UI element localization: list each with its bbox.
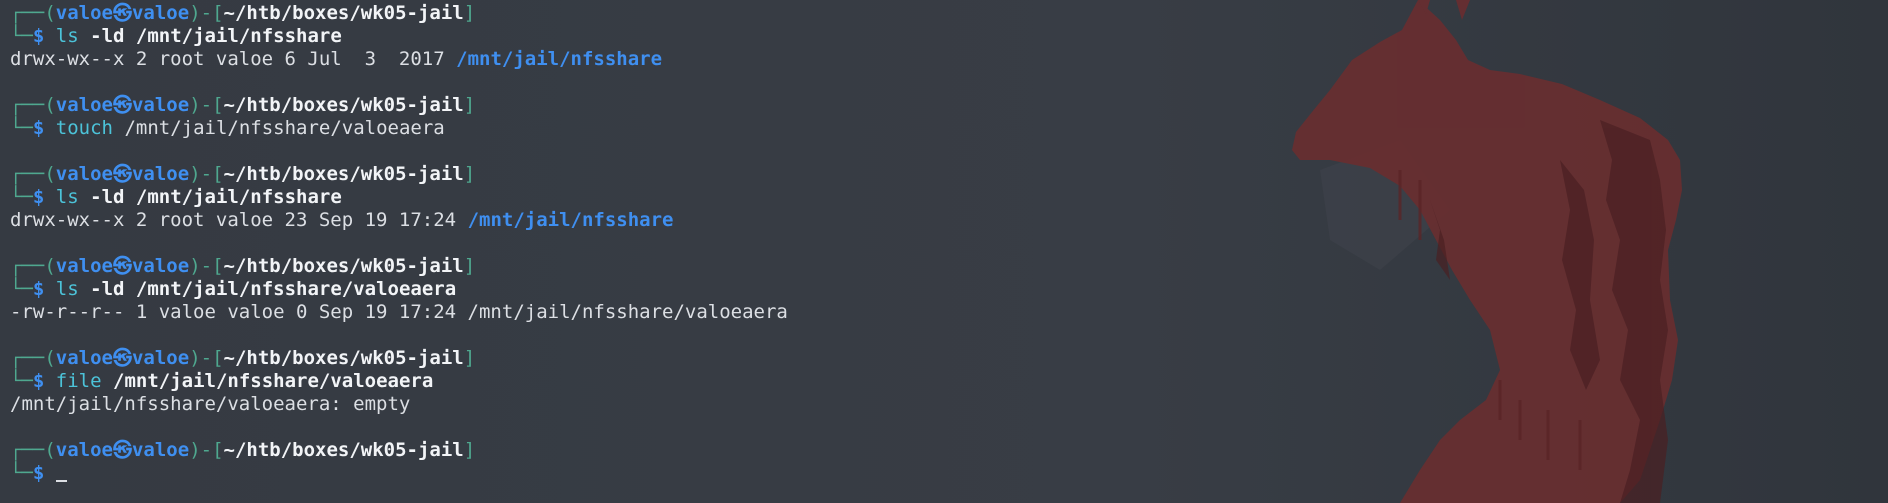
prompt-dollar: $ [32,278,45,300]
prompt-host: valoe [131,439,190,461]
command-args: /mnt/jail/nfsshare/valoeaera [124,117,445,139]
prompt-frame: ] [463,255,476,277]
prompt-frame: ] [463,347,476,369]
command-name: ls [55,186,79,208]
prompt-frame: ] [463,2,476,24]
output-line: drwx-wx--x 2 root valoe 6 Jul 3 2017 /mn… [10,48,788,71]
command-line: └─$ [10,462,788,485]
prompt-frame: ┌──( [10,439,56,461]
command-line: └─$ ls -ld /mnt/jail/nfsshare/valoeaera [10,278,788,301]
prompt-frame: ┌──( [10,347,56,369]
prompt-frame: ] [463,163,476,185]
output-text: -rw-r--r-- 1 valoe valoe 0 Sep 19 17:24 … [10,301,788,323]
prompt-user: valoe [55,2,113,24]
command-args: -ld /mnt/jail/nfsshare [90,186,342,208]
prompt-frame: └─ [10,462,33,484]
prompt-separator-icon: ㉿ [112,2,132,24]
prompt-frame: )-[ [189,255,224,277]
prompt-header-line: ┌──(valoe㉿valoe)-[~/htb/boxes/wk05-jail] [10,347,788,370]
prompt-frame: )-[ [189,94,224,116]
prompt-dollar: $ [32,25,45,47]
prompt-user: valoe [55,439,113,461]
prompt-user: valoe [55,255,113,277]
command-name: file [55,370,102,392]
prompt-host: valoe [131,2,190,24]
prompt-user: valoe [55,94,113,116]
prompt-frame: )-[ [189,2,224,24]
prompt-separator-icon: ㉿ [112,255,132,277]
output-text: /mnt/jail/nfsshare/valoeaera: empty [10,393,411,415]
prompt-separator-icon: ㉿ [112,94,132,116]
command-name: touch [55,117,113,139]
prompt-dollar: $ [32,462,45,484]
command-args: /mnt/jail/nfsshare/valoeaera [113,370,434,392]
command-line: └─$ ls -ld /mnt/jail/nfsshare [10,25,788,48]
output-line: /mnt/jail/nfsshare/valoeaera: empty [10,393,788,416]
output-text: drwx-wx--x 2 root valoe 6 Jul 3 2017 [10,48,457,70]
prompt-separator-icon: ㉿ [112,347,132,369]
prompt-cwd: ~/htb/boxes/wk05-jail [223,163,464,185]
prompt-header-line: ┌──(valoe㉿valoe)-[~/htb/boxes/wk05-jail] [10,94,788,117]
prompt-frame: └─ [10,370,33,392]
command-line: └─$ ls -ld /mnt/jail/nfsshare [10,186,788,209]
prompt-cwd: ~/htb/boxes/wk05-jail [223,347,464,369]
prompt-frame: └─ [10,186,33,208]
command-line: └─$ file /mnt/jail/nfsshare/valoeaera [10,370,788,393]
prompt-user: valoe [55,347,113,369]
prompt-frame: )-[ [189,439,224,461]
prompt-cwd: ~/htb/boxes/wk05-jail [223,94,464,116]
prompt-dollar: $ [32,186,45,208]
prompt-frame: ] [463,439,476,461]
prompt-frame: ┌──( [10,2,56,24]
prompt-frame: └─ [10,278,33,300]
prompt-frame: ┌──( [10,94,56,116]
prompt-header-line: ┌──(valoe㉿valoe)-[~/htb/boxes/wk05-jail] [10,255,788,278]
prompt-frame: )-[ [189,163,224,185]
prompt-separator-icon: ㉿ [112,439,132,461]
output-line: drwx-wx--x 2 root valoe 23 Sep 19 17:24 … [10,209,788,232]
prompt-host: valoe [131,163,190,185]
prompt-separator-icon: ㉿ [112,163,132,185]
prompt-frame: )-[ [189,347,224,369]
prompt-frame: ] [463,94,476,116]
prompt-frame: └─ [10,25,33,47]
prompt-cwd: ~/htb/boxes/wk05-jail [223,255,464,277]
prompt-frame: ┌──( [10,163,56,185]
prompt-header-line: ┌──(valoe㉿valoe)-[~/htb/boxes/wk05-jail] [10,163,788,186]
prompt-host: valoe [131,347,190,369]
prompt-frame: └─ [10,117,33,139]
prompt-header-line: ┌──(valoe㉿valoe)-[~/htb/boxes/wk05-jail] [10,2,788,25]
directory-path: /mnt/jail/nfsshare [467,209,674,231]
text-cursor[interactable] [55,480,67,482]
prompt-user: valoe [55,163,113,185]
prompt-header-line: ┌──(valoe㉿valoe)-[~/htb/boxes/wk05-jail] [10,439,788,462]
output-text: drwx-wx--x 2 root valoe 23 Sep 19 17:24 [10,209,468,231]
directory-path: /mnt/jail/nfsshare [456,48,663,70]
command-line: └─$ touch /mnt/jail/nfsshare/valoeaera [10,117,788,140]
command-args: -ld /mnt/jail/nfsshare [90,25,342,47]
prompt-dollar: $ [32,117,45,139]
terminal-output[interactable]: ┌──(valoe㉿valoe)-[~/htb/boxes/wk05-jail]… [10,2,788,485]
command-name: ls [55,278,79,300]
prompt-frame: ┌──( [10,255,56,277]
command-args: -ld /mnt/jail/nfsshare/valoeaera [90,278,457,300]
output-line: -rw-r--r-- 1 valoe valoe 0 Sep 19 17:24 … [10,301,788,324]
prompt-cwd: ~/htb/boxes/wk05-jail [223,2,464,24]
prompt-dollar: $ [32,370,45,392]
prompt-host: valoe [131,94,190,116]
prompt-cwd: ~/htb/boxes/wk05-jail [223,439,464,461]
prompt-host: valoe [131,255,190,277]
command-name: ls [55,25,79,47]
